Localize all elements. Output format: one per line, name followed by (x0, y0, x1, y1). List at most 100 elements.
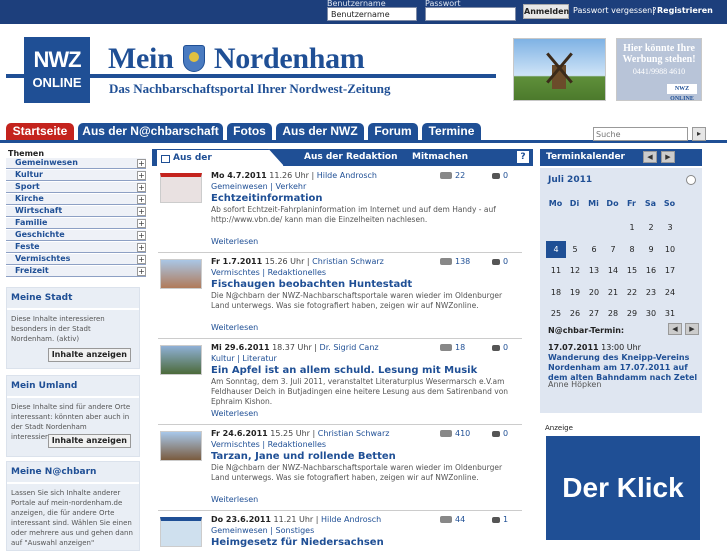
theme-item-feste[interactable]: Feste + (6, 242, 146, 253)
calendar-day[interactable]: 26 (565, 305, 585, 322)
article-title[interactable]: Echtzeitinformation (211, 193, 323, 204)
article-comments[interactable]: 0 (492, 171, 508, 180)
expand-icon[interactable]: + (137, 207, 146, 216)
forgot-password-link[interactable]: Passwort vergessen? (573, 6, 657, 15)
content-tab-mitmachen[interactable]: Mitmachen (412, 149, 468, 166)
search-button[interactable]: ▸ (692, 127, 706, 141)
calendar-next-icon[interactable]: ▶ (661, 151, 675, 163)
expand-icon[interactable]: + (137, 183, 146, 192)
calendar-day[interactable]: 6 (584, 241, 604, 258)
login-button[interactable]: Anmelden (523, 4, 569, 19)
search-input[interactable] (593, 127, 688, 141)
calendar-day[interactable]: 7 (603, 241, 623, 258)
calendar-day[interactable]: 1 (622, 219, 642, 236)
read-more-link[interactable]: Weiterlesen (211, 323, 258, 332)
calendar-day[interactable]: 19 (565, 284, 585, 301)
theme-item-sport[interactable]: Sport + (6, 182, 146, 193)
article-categories[interactable]: Kultur | Literatur (211, 354, 277, 363)
article-author[interactable]: Christian Schwarz (312, 257, 384, 266)
calendar-day[interactable]: 24 (660, 284, 680, 301)
article-categories[interactable]: Gemeinwesen | Sonstiges (211, 526, 314, 535)
calendar-day[interactable]: 31 (660, 305, 680, 322)
calendar-day[interactable]: 30 (641, 305, 661, 322)
calendar-day[interactable]: 8 (622, 241, 642, 258)
article-author[interactable]: Dr. Sigrid Canz (320, 343, 379, 352)
expand-icon[interactable]: + (137, 231, 146, 240)
calendar-day[interactable]: 10 (660, 241, 680, 258)
expand-icon[interactable]: + (137, 195, 146, 204)
article-thumbnail[interactable] (160, 431, 202, 461)
calendar-day[interactable]: 16 (641, 262, 661, 279)
password-input[interactable] (425, 7, 516, 21)
calendar-day[interactable]: 17 (660, 262, 680, 279)
show-content-button[interactable]: Inhalte anzeigen (47, 434, 131, 448)
expand-icon[interactable]: + (137, 159, 146, 168)
help-button[interactable]: ? (517, 151, 529, 163)
article-comments[interactable]: 1 (492, 515, 508, 524)
article-categories[interactable]: Vermischtes | Redaktionelles (211, 268, 326, 277)
expand-icon[interactable]: + (137, 267, 146, 276)
theme-item-vermischtes[interactable]: Vermischtes + (6, 254, 146, 265)
nav-tab-nachbarschaft[interactable]: Aus der N@chbarschaft (78, 123, 223, 140)
nav-tab-fotos[interactable]: Fotos (227, 123, 272, 140)
article-title[interactable]: Fischaugen beobachten Huntestadt (211, 279, 412, 290)
article-comments[interactable]: 0 (492, 429, 508, 438)
theme-item-kultur[interactable]: Kultur + (6, 170, 146, 181)
article-thumbnail[interactable] (160, 345, 202, 375)
calendar-day[interactable]: 13 (584, 262, 604, 279)
calendar-day[interactable]: 27 (584, 305, 604, 322)
article-thumbnail[interactable] (160, 259, 202, 289)
theme-item-gemeinwesen[interactable]: Gemeinwesen + (6, 158, 146, 169)
show-content-button[interactable]: Inhalte anzeigen (47, 348, 131, 362)
calendar-day[interactable]: 4 (546, 240, 566, 258)
article-comments[interactable]: 0 (492, 257, 508, 266)
theme-item-freizeit[interactable]: Freizeit + (6, 266, 146, 277)
calendar-day[interactable]: 22 (622, 284, 642, 301)
calendar-day[interactable]: 14 (603, 262, 623, 279)
article-author[interactable]: Hilde Androsch (317, 171, 377, 180)
calendar-prev-icon[interactable]: ◀ (643, 151, 657, 163)
calendar-day[interactable]: 9 (641, 241, 661, 258)
register-link[interactable]: Registrieren (657, 6, 713, 15)
article-categories[interactable]: Gemeinwesen | Verkehr (211, 182, 306, 191)
article-title[interactable]: Ein Apfel ist an allem schuld. Lesung mi… (211, 365, 477, 376)
der-klick-ad[interactable]: Der Klick (546, 436, 700, 540)
calendar-day[interactable]: 21 (603, 284, 623, 301)
nav-tab-forum[interactable]: Forum (368, 123, 418, 140)
nwz-logo[interactable]: NWZ ONLINE (24, 37, 90, 103)
next-event-title[interactable]: Wanderung des Kneipp-Vereins Nordenham a… (548, 353, 698, 383)
read-more-link[interactable]: Weiterlesen (211, 409, 258, 418)
event-prev-icon[interactable]: ◀ (668, 323, 682, 335)
article-author[interactable]: Christian Schwarz (318, 429, 390, 438)
theme-item-wirtschaft[interactable]: Wirtschaft + (6, 206, 146, 217)
read-more-link[interactable]: Weiterlesen (211, 495, 258, 504)
calendar-day[interactable]: 3 (660, 219, 680, 236)
nav-tab-termine[interactable]: Termine (422, 123, 481, 140)
expand-icon[interactable]: + (137, 243, 146, 252)
calendar-day[interactable]: 23 (641, 284, 661, 301)
site-title[interactable]: Mein Nordenham (108, 42, 365, 76)
calendar-day[interactable]: 15 (622, 262, 642, 279)
expand-icon[interactable]: + (137, 255, 146, 264)
content-tab-redaktion[interactable]: Aus der Redaktion (304, 149, 398, 166)
article-author[interactable]: Hilde Androsch (321, 515, 381, 524)
article-title[interactable]: Heimgesetz für Niedersachsen (211, 537, 384, 548)
article-title[interactable]: Tarzan, Jane und rollende Betten (211, 451, 396, 462)
header-ad[interactable]: Hier könnte Ihre Werbung stehen! 0441/99… (616, 38, 702, 102)
calendar-day[interactable]: 25 (546, 305, 566, 322)
article-comments[interactable]: 0 (492, 343, 508, 352)
content-tab-nachbarschaft[interactable]: Aus der N@chbarschaft (156, 149, 284, 166)
calendar-day[interactable]: 5 (565, 241, 585, 258)
expand-icon[interactable]: + (137, 219, 146, 228)
theme-item-familie[interactable]: Familie + (6, 218, 146, 229)
username-input[interactable] (327, 7, 417, 21)
calendar-day[interactable]: 28 (603, 305, 623, 322)
calendar-day[interactable]: 29 (622, 305, 642, 322)
calendar-day[interactable]: 20 (584, 284, 604, 301)
read-more-link[interactable]: Weiterlesen (211, 237, 258, 246)
calendar-day[interactable]: 18 (546, 284, 566, 301)
event-next-icon[interactable]: ▶ (685, 323, 699, 335)
article-categories[interactable]: Vermischtes | Redaktionelles (211, 440, 326, 449)
article-thumbnail[interactable] (160, 173, 202, 203)
theme-item-geschichte[interactable]: Geschichte + (6, 230, 146, 241)
